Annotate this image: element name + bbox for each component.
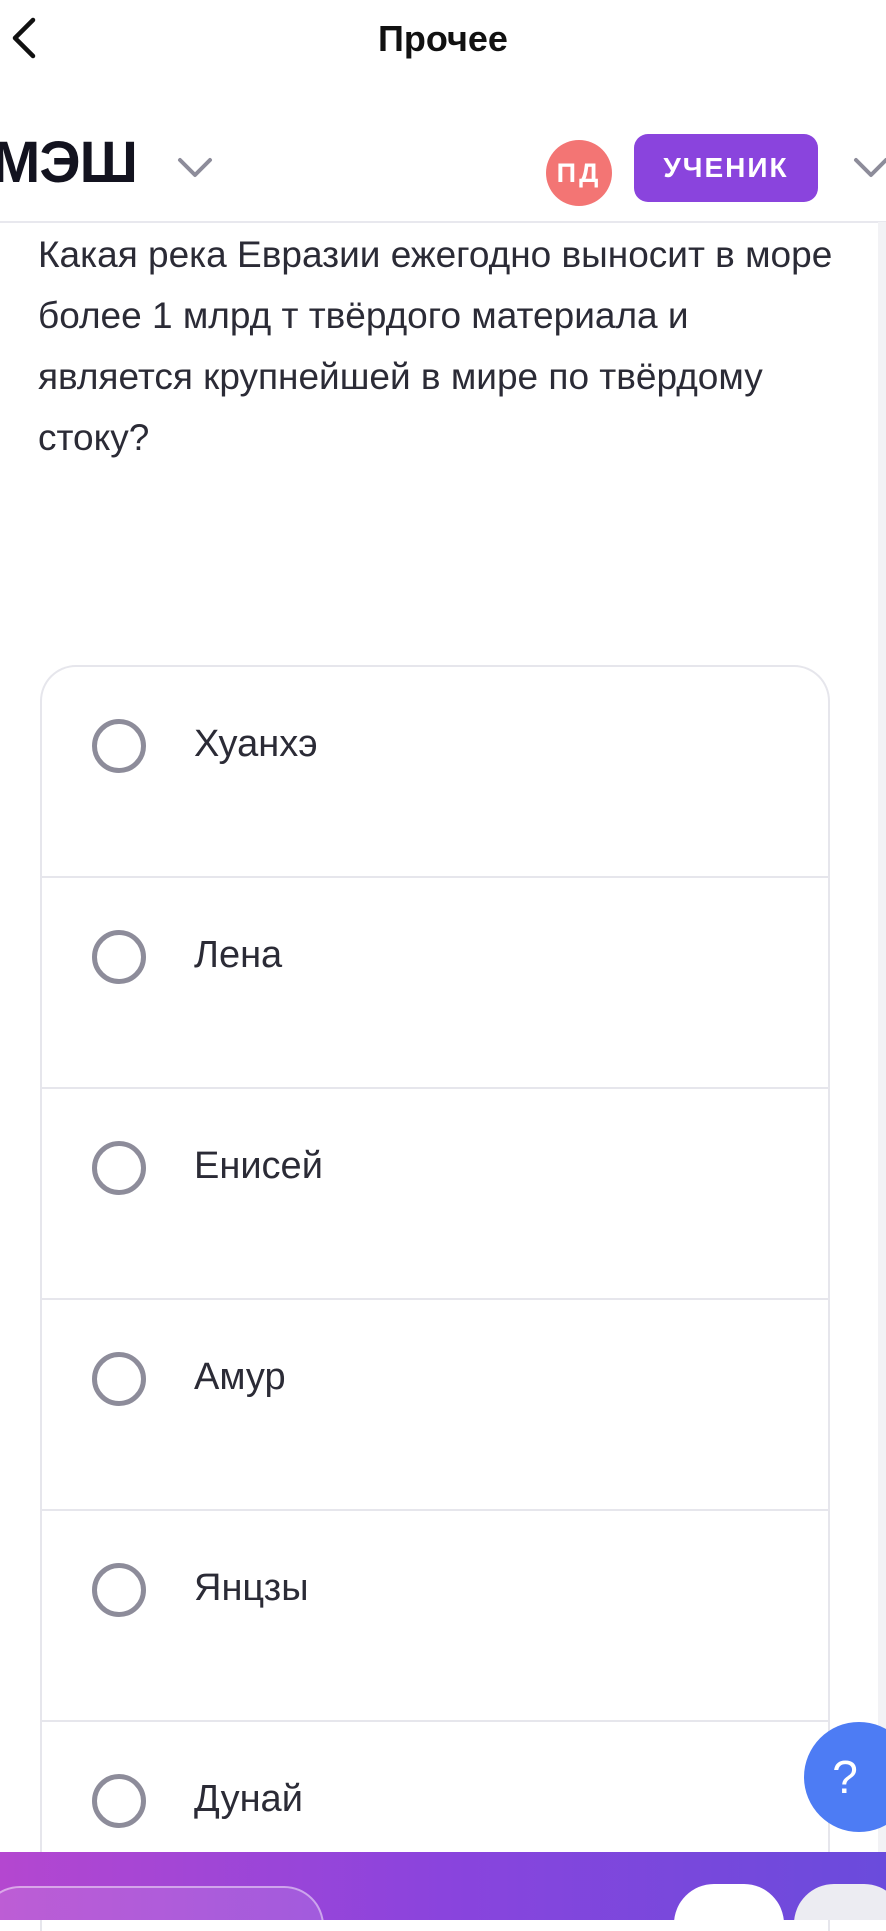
chevron-down-icon[interactable] (852, 156, 886, 185)
answer-option[interactable]: Енисей (42, 1089, 828, 1300)
bottom-secondary-button[interactable] (794, 1884, 886, 1920)
answer-option-label: Лена (194, 934, 283, 976)
answer-option-label: Хуанхэ (194, 723, 318, 765)
radio-button[interactable] (92, 1352, 146, 1406)
scrollbar[interactable] (878, 222, 886, 1852)
answer-option-label: Енисей (194, 1145, 323, 1187)
radio-button[interactable] (92, 930, 146, 984)
question-mark-icon: ? (832, 1751, 858, 1803)
answer-option[interactable]: Янцзы (42, 1511, 828, 1722)
bottom-bar (0, 1852, 886, 1920)
bottom-action-button[interactable] (674, 1884, 784, 1920)
radio-button[interactable] (92, 1563, 146, 1617)
answer-options: Хуанхэ Лена Енисей Амур Янцзы Дунай (40, 665, 830, 1931)
header-divider (0, 221, 886, 223)
answer-option[interactable]: Лена (42, 878, 828, 1089)
answer-option[interactable]: Амур (42, 1300, 828, 1511)
answer-option-label: Янцзы (194, 1567, 309, 1609)
bottom-input-field[interactable] (0, 1886, 324, 1920)
chevron-down-icon[interactable] (176, 156, 214, 185)
answer-option-label: Амур (194, 1356, 286, 1398)
question-text: Какая река Евразии ежегодно выносит в мо… (38, 234, 833, 458)
answer-option-label: Дунай (194, 1778, 303, 1820)
radio-button[interactable] (92, 719, 146, 773)
app-logo: МЭШ (0, 130, 138, 195)
page-title: Прочее (378, 18, 508, 59)
answer-option[interactable]: Хуанхэ (42, 667, 828, 878)
radio-button[interactable] (92, 1774, 146, 1828)
radio-button[interactable] (92, 1141, 146, 1195)
app-header: МЭШ ПД УЧЕНИК (0, 104, 886, 220)
user-avatar[interactable]: ПД (546, 140, 612, 206)
top-nav-bar: Прочее (0, 0, 886, 82)
role-badge[interactable]: УЧЕНИК (634, 134, 818, 202)
